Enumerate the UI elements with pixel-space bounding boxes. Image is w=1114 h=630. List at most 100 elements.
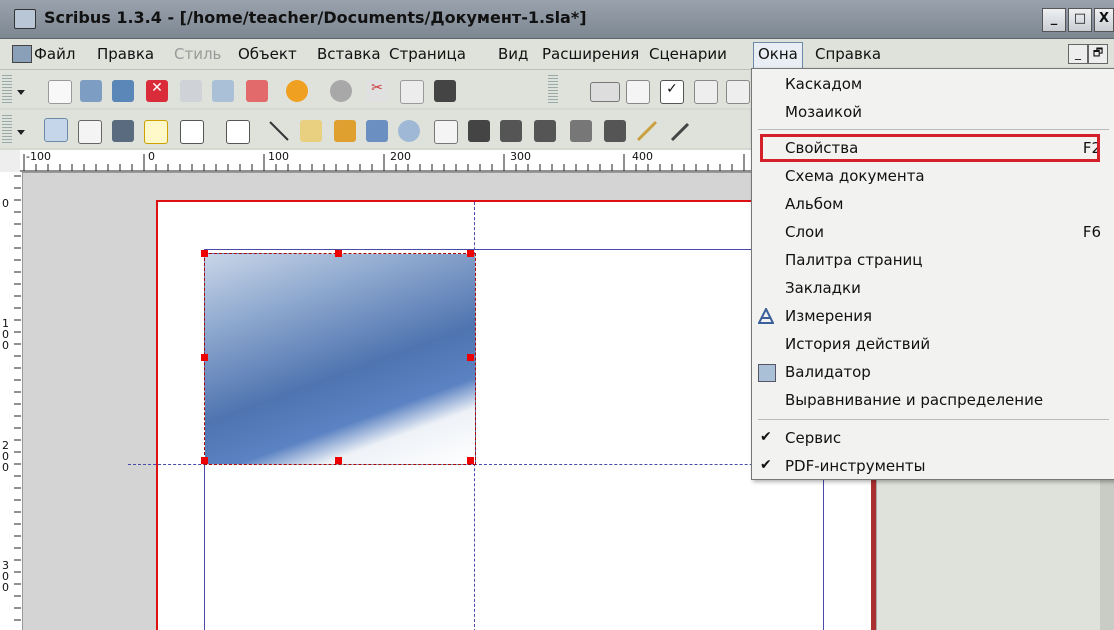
dropdown-arrow-icon[interactable] — [16, 85, 26, 95]
menu-item-layers[interactable]: Слои F6 — [752, 219, 1114, 247]
menu-item-cascade[interactable]: Каскадом — [752, 71, 1114, 99]
menu-item-outline[interactable]: Схема документа — [752, 163, 1114, 191]
resize-handle[interactable] — [335, 250, 342, 257]
close-document-icon[interactable]: ✕ — [146, 80, 168, 102]
paste-icon[interactable] — [434, 80, 456, 102]
preflight-icon[interactable] — [212, 80, 234, 102]
menu-page[interactable]: Страница — [389, 45, 466, 63]
freehand-icon[interactable] — [334, 120, 356, 142]
ruler-label: 2 0 0 — [2, 439, 9, 474]
unlink-frames-icon[interactable] — [500, 120, 522, 142]
minimize-button[interactable]: _ — [1042, 8, 1066, 32]
menu-object[interactable]: Объект — [238, 45, 297, 63]
ruler-label: 1 0 0 — [2, 317, 9, 352]
menu-help[interactable]: Справка — [815, 45, 881, 63]
edit-text-icon[interactable] — [434, 120, 458, 144]
preflight-icon — [758, 364, 776, 382]
bezier-icon[interactable] — [300, 120, 322, 142]
menu-item-measurements[interactable]: Измерения — [752, 303, 1114, 331]
link-frames-icon[interactable] — [468, 120, 490, 142]
image-frame[interactable] — [204, 253, 476, 465]
menu-windows[interactable]: Окна — [753, 42, 803, 70]
print-icon[interactable] — [180, 80, 202, 102]
scribus-app-icon — [14, 9, 36, 29]
zoom-icon[interactable] — [398, 120, 420, 142]
menu-extensions[interactable]: Расширения — [542, 45, 639, 63]
menu-file[interactable]: Файл — [34, 45, 75, 63]
ruler-label: 0 — [2, 197, 9, 210]
table-icon[interactable] — [144, 120, 168, 144]
undo-icon[interactable] — [286, 80, 308, 102]
export-pdf-icon[interactable] — [246, 80, 268, 102]
resize-handle[interactable] — [467, 457, 474, 464]
copy-properties-icon[interactable] — [534, 120, 556, 142]
checkbox-icon[interactable]: ✓ — [660, 80, 684, 104]
redo-icon[interactable] — [330, 80, 352, 102]
combobox-icon[interactable] — [694, 80, 718, 104]
menu-scripts[interactable]: Сценарии — [649, 45, 727, 63]
eyedropper-icon[interactable] — [604, 120, 626, 142]
ruler-label: 300 — [510, 150, 531, 163]
new-document-icon[interactable] — [48, 80, 72, 104]
shape-icon[interactable] — [180, 120, 204, 144]
toolbar-grip[interactable] — [2, 75, 12, 103]
horizontal-ruler: -100 0 100 200 300 400 — [20, 150, 760, 173]
menu-item-align-distribute[interactable]: Выравнивание и распределение — [752, 387, 1114, 415]
menu-item-shortcut: F6 — [1082, 223, 1101, 241]
menu-item-page-palette[interactable]: Палитра страниц — [752, 247, 1114, 275]
ruler-label: -100 — [26, 150, 51, 163]
menu-separator — [758, 419, 1109, 420]
menu-insert[interactable]: Вставка — [317, 45, 381, 63]
resize-handle[interactable] — [335, 457, 342, 464]
menu-item-label: Палитра страниц — [785, 251, 923, 269]
menu-edit[interactable]: Правка — [97, 45, 154, 63]
ruler-label: 100 — [268, 150, 289, 163]
line-icon[interactable] — [268, 120, 290, 142]
cut-icon[interactable]: ✂ — [366, 80, 388, 102]
resize-handle[interactable] — [201, 457, 208, 464]
resize-handle[interactable] — [201, 250, 208, 257]
save-icon[interactable] — [112, 80, 134, 102]
text-frame-icon[interactable] — [78, 120, 102, 144]
text-field-icon[interactable] — [626, 80, 650, 104]
measurements-icon[interactable] — [570, 120, 592, 142]
ruler-label: 3 0 0 — [2, 559, 9, 594]
resize-handle[interactable] — [201, 354, 208, 361]
image-frame-icon[interactable] — [112, 120, 134, 142]
select-pointer-icon[interactable] — [44, 118, 68, 142]
ok-button-icon[interactable] — [590, 82, 620, 102]
menu-item-label: История действий — [785, 335, 931, 353]
listbox-icon[interactable] — [726, 80, 750, 104]
dropdown-arrow-icon[interactable] — [16, 125, 26, 135]
menu-item-preflight[interactable]: Валидатор — [752, 359, 1114, 387]
polygon-icon[interactable] — [226, 120, 250, 144]
rotate-icon[interactable] — [366, 120, 388, 142]
eyedropper-tool-icon[interactable] — [670, 120, 692, 142]
menu-item-scrapbook[interactable]: Альбом — [752, 191, 1114, 219]
menu-item-history[interactable]: История действий — [752, 331, 1114, 359]
copy-icon[interactable] — [400, 80, 424, 104]
close-button[interactable]: X — [1094, 8, 1114, 32]
toolbar-grip-2[interactable] — [548, 75, 558, 103]
resize-handle[interactable] — [467, 250, 474, 257]
menu-item-tile[interactable]: Мозаикой — [752, 99, 1114, 127]
maximize-button[interactable]: □ — [1068, 8, 1092, 32]
document-canvas[interactable] — [23, 173, 873, 630]
menu-item-tools[interactable]: ✔ Сервис — [752, 425, 1114, 453]
ruler-label: 0 — [148, 150, 155, 163]
menu-style[interactable]: Стиль — [174, 45, 221, 63]
mdi-minimize-button[interactable]: _ — [1068, 44, 1088, 64]
ruler-label: 200 — [390, 150, 411, 163]
toolbar-grip-3[interactable] — [2, 115, 12, 143]
open-folder-icon[interactable] — [80, 80, 102, 102]
pencil-icon[interactable] — [636, 120, 658, 142]
menu-item-bookmarks[interactable]: Закладки — [752, 275, 1114, 303]
menu-separator — [758, 129, 1109, 130]
checkmark-icon: ✔ — [760, 457, 772, 473]
menu-item-label: Валидатор — [785, 363, 871, 381]
mdi-restore-button[interactable]: 🗗 — [1088, 44, 1108, 64]
resize-handle[interactable] — [467, 354, 474, 361]
menu-view[interactable]: Вид — [498, 45, 528, 63]
menu-item-label: Мозаикой — [785, 103, 863, 121]
menu-item-pdf-tools[interactable]: ✔ PDF-инструменты — [752, 453, 1114, 481]
